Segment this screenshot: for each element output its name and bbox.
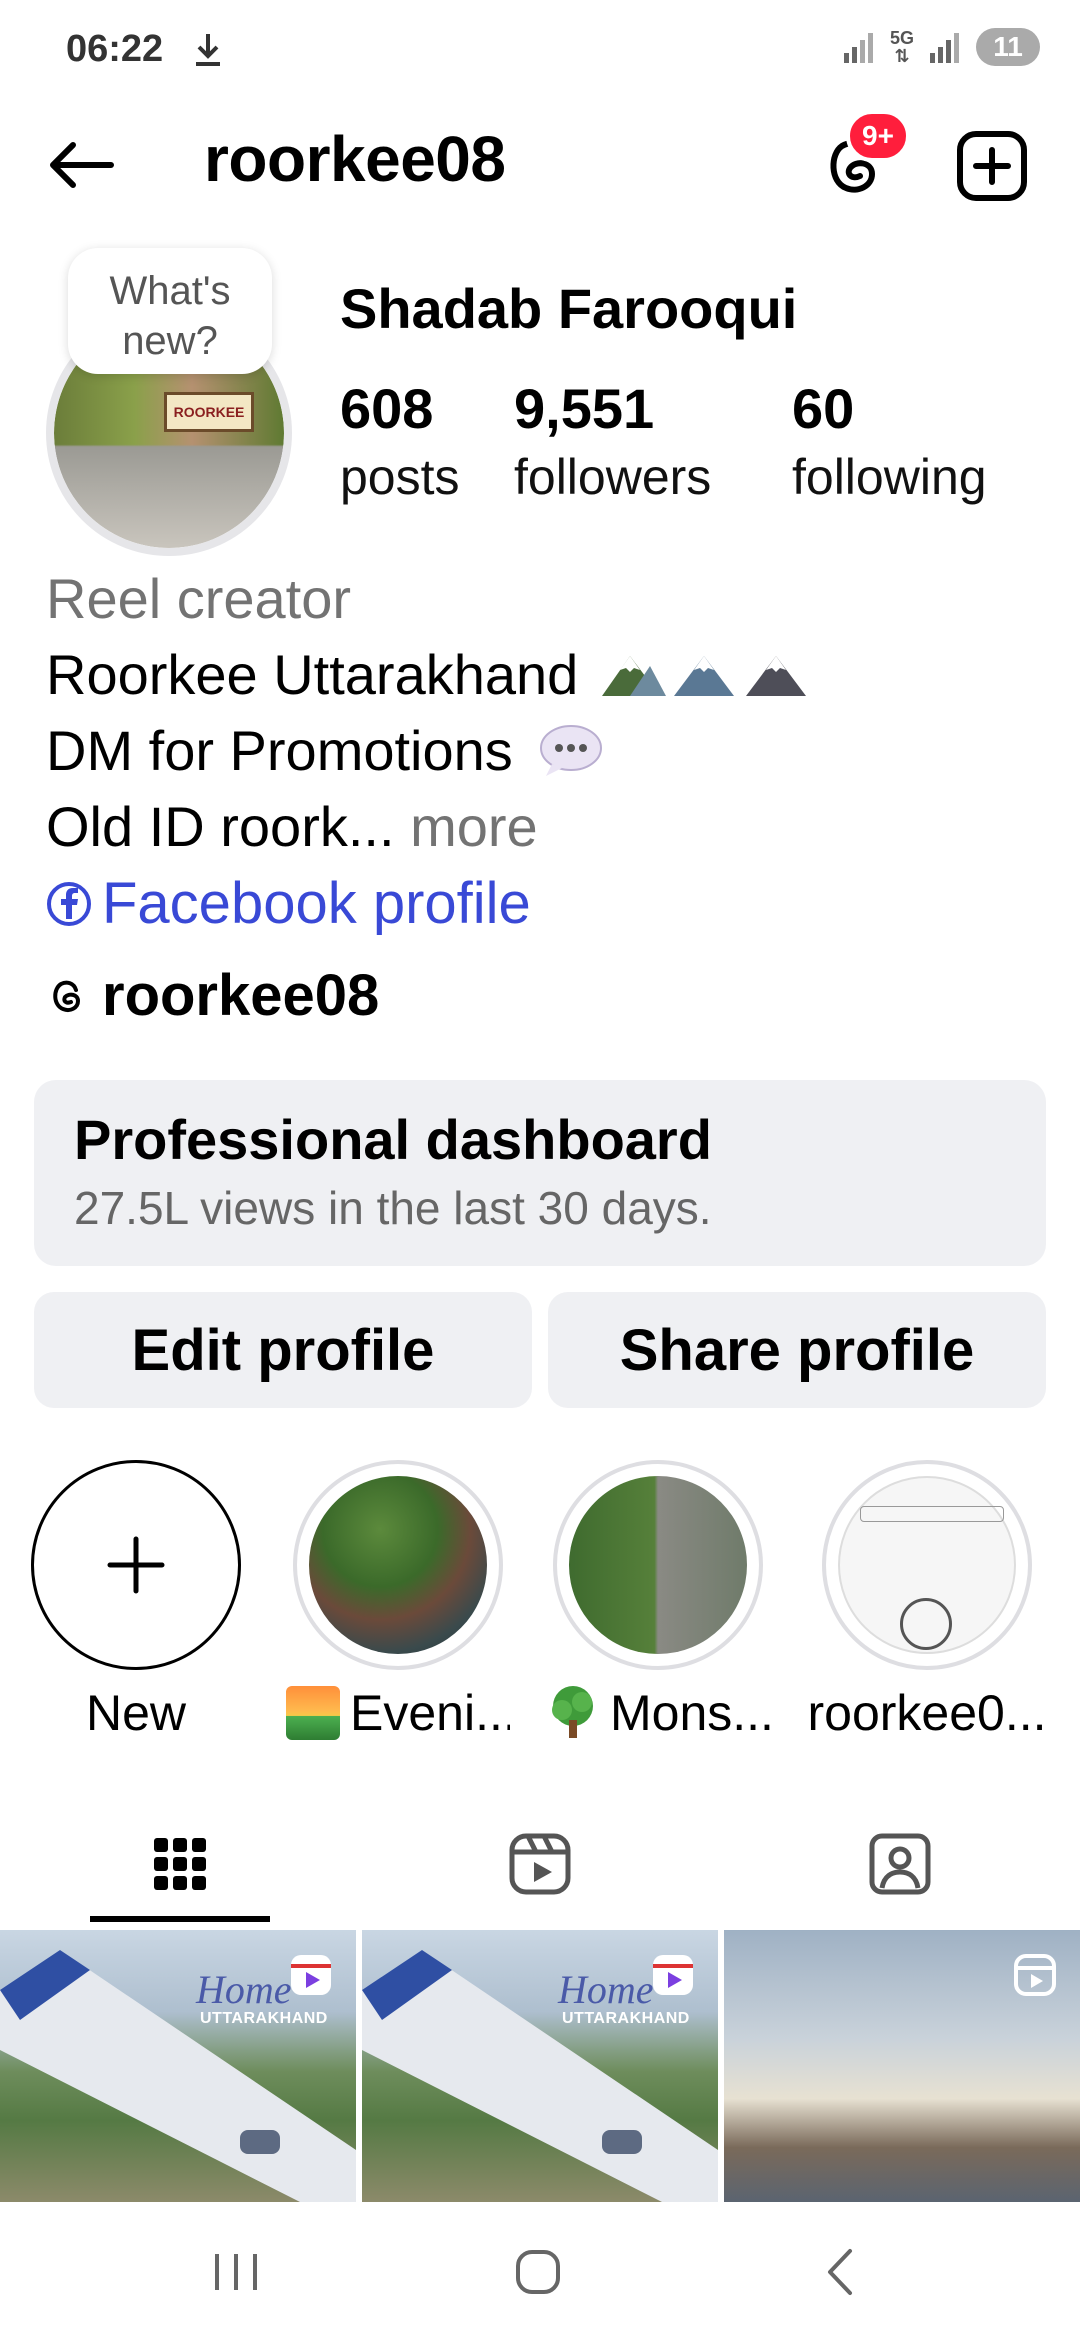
tagged-icon <box>869 1833 931 1895</box>
system-navigation-bar <box>0 2202 1080 2340</box>
bio-more-link[interactable]: more <box>410 795 538 858</box>
home-button[interactable] <box>468 2232 608 2312</box>
following-stat[interactable]: 60 following <box>792 374 987 510</box>
bio-line: Roorkee Uttarakhand <box>46 642 810 707</box>
followers-label: followers <box>514 449 712 505</box>
post-subcaption: UTTARAKHAND <box>562 2010 690 2027</box>
highlight-ring <box>822 1460 1032 1670</box>
signal-icon <box>843 33 873 63</box>
bio-line: Old ID roork... more <box>46 794 538 859</box>
posts-stat[interactable]: 608 posts <box>340 374 460 510</box>
reel-icon <box>653 1955 693 1995</box>
post-thumbnail[interactable]: Home UTTARAKHAND <box>0 1930 356 2202</box>
highlight-label: roorkee0... <box>807 1685 1047 1741</box>
profile-username: roorkee08 <box>204 123 506 195</box>
content-tabs <box>0 1800 1080 1928</box>
posts-label: posts <box>340 449 460 505</box>
network-type: 5G <box>889 28 914 48</box>
home-icon <box>516 2250 560 2294</box>
facebook-profile-link[interactable]: Facebook profile <box>46 870 531 937</box>
notification-badge: 9+ <box>846 110 910 162</box>
battery-indicator: 11 <box>976 28 1040 66</box>
highlight-ring <box>553 1460 763 1670</box>
posts-grid: Home UTTARAKHAND Home UTTARAKHAND <box>0 1930 1080 2202</box>
tab-grid[interactable] <box>0 1800 360 1928</box>
signal-icon <box>930 33 959 63</box>
system-back-button[interactable] <box>770 2232 910 2312</box>
bio-line: DM for Promotions <box>46 718 604 783</box>
recent-apps-icon <box>215 2254 257 2290</box>
highlight-ring <box>293 1460 503 1670</box>
chevron-left-icon <box>828 2249 852 2295</box>
tab-tagged[interactable] <box>720 1800 1080 1928</box>
post-subcaption: UTTARAKHAND <box>200 2010 328 2027</box>
network-5g-indicator: 5G ⇅ <box>889 28 914 66</box>
back-button[interactable] <box>40 130 120 200</box>
status-time: 06:22 <box>66 28 164 70</box>
reels-icon <box>509 1833 571 1895</box>
bio-text: Roorkee Uttarakhand <box>46 643 579 706</box>
profile-header: roorkee08 9+ <box>0 110 1080 210</box>
facebook-link-label: Facebook profile <box>102 871 531 936</box>
post-caption: Home <box>558 1967 654 2012</box>
highlight-new-ring <box>31 1460 241 1670</box>
highlight-thumbnail <box>838 1476 1016 1654</box>
status-bar: 06:22 5G ⇅ 11 <box>0 0 1080 100</box>
grid-icon <box>154 1838 206 1890</box>
tree-emoji-icon <box>552 1686 593 1738</box>
bio-text: DM for Promotions <box>46 719 513 782</box>
download-icon <box>196 34 220 66</box>
highlight-thumbnail <box>309 1476 487 1654</box>
mountain-emoji-icon <box>745 656 806 696</box>
profile-full-name: Shadab Farooqui <box>340 277 798 340</box>
mountain-emoji-icon <box>601 656 666 696</box>
active-tab-indicator <box>90 1916 270 1922</box>
following-label: following <box>792 449 987 505</box>
bio-text: Old ID roork... <box>46 795 395 858</box>
speech-bubble-emoji-icon <box>540 725 603 776</box>
highlight-item[interactable]: roorkee0... <box>792 1460 1062 1742</box>
highlight-new[interactable]: New <box>24 1460 248 1742</box>
facebook-icon <box>47 881 91 926</box>
professional-dashboard-card[interactable]: Professional dashboard 27.5L views in th… <box>34 1080 1046 1266</box>
edit-profile-button[interactable]: Edit profile <box>34 1292 532 1408</box>
profile-category: Reel creator <box>46 567 352 630</box>
highlight-label-row: Mons... <box>546 1684 770 1742</box>
reel-icon <box>291 1955 331 1995</box>
status-right: 5G ⇅ 11 <box>842 28 1040 66</box>
note-bubble[interactable]: What's new? <box>68 248 272 374</box>
threads-handle: roorkee08 <box>102 963 380 1028</box>
highlight-item[interactable]: Mons... <box>546 1460 770 1742</box>
sunset-emoji-icon <box>286 1686 340 1740</box>
highlight-item[interactable]: Eveni... <box>286 1460 510 1742</box>
reel-icon <box>1014 1954 1056 1996</box>
followers-stat[interactable]: 9,551 followers <box>514 374 711 510</box>
create-plus-icon[interactable] <box>952 126 1032 206</box>
dashboard-title: Professional dashboard <box>74 1108 712 1171</box>
post-caption: Home <box>196 1967 292 2012</box>
following-count: 60 <box>792 377 855 440</box>
avatar-sign-graphic: ROORKEE <box>164 392 254 432</box>
threads-profile-link[interactable]: roorkee08 <box>46 962 379 1029</box>
recent-apps-button[interactable] <box>166 2232 306 2312</box>
threads-icon <box>53 980 81 1012</box>
tab-reels[interactable] <box>360 1800 720 1928</box>
plus-icon <box>107 1536 165 1594</box>
camera-icon <box>900 1598 952 1650</box>
highlight-label-row: Eveni... <box>286 1684 510 1742</box>
highlight-label: Eveni... <box>350 1685 510 1741</box>
thumbnail-graphic <box>860 1506 1004 1522</box>
highlight-thumbnail <box>569 1476 747 1654</box>
post-thumbnail[interactable] <box>724 1930 1080 2202</box>
post-thumbnail[interactable]: Home UTTARAKHAND <box>362 1930 718 2202</box>
posts-count: 608 <box>340 377 434 440</box>
back-arrow-icon <box>50 142 114 188</box>
mountain-emoji-icon <box>673 656 734 696</box>
highlight-label: Mons... <box>610 1685 770 1741</box>
highlight-label: New <box>85 1685 187 1741</box>
dashboard-subtitle: 27.5L views in the last 30 days. <box>74 1182 712 1234</box>
share-profile-button[interactable]: Share profile <box>548 1292 1046 1408</box>
followers-count: 9,551 <box>514 377 655 440</box>
